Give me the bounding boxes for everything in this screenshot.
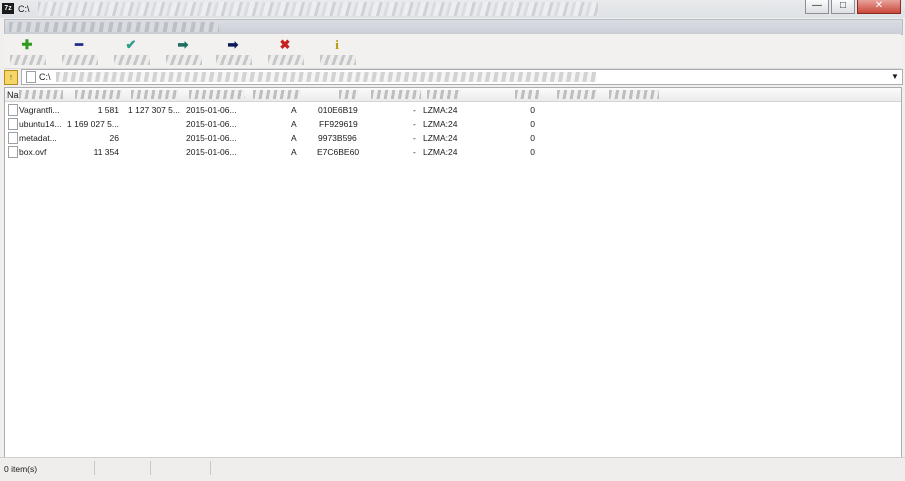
test-button[interactable]: ✔ xyxy=(110,36,150,66)
blurred-label xyxy=(10,55,46,65)
table-row[interactable]: box.ovf 11 354 2015-01-06... A E7C6BE60 … xyxy=(5,145,901,159)
blurred-path xyxy=(56,72,596,82)
status-divider xyxy=(210,461,211,475)
method: LZMA:24 xyxy=(423,105,458,115)
blurred-header xyxy=(75,90,123,99)
minus-icon: ━ xyxy=(75,37,83,52)
encrypted: - xyxy=(413,147,416,157)
chevron-down-icon[interactable]: ▼ xyxy=(890,71,900,83)
arrow-right-icon: ➡ xyxy=(177,37,189,52)
close-button[interactable]: ✕ xyxy=(857,0,901,14)
status-text: 0 item(s) xyxy=(4,464,38,474)
toolbar: ✚ ━ ✔ ➡ ➡ ✖ i xyxy=(4,34,901,69)
attributes: A xyxy=(291,133,297,143)
path-input[interactable]: C:\ ▼ xyxy=(21,69,903,85)
blurred-header xyxy=(19,90,63,99)
blurred-header xyxy=(131,90,179,99)
attributes: A xyxy=(291,147,297,157)
packed-size: 1 127 307 5... xyxy=(128,105,180,115)
file-name: metadat... xyxy=(19,133,57,143)
copy-button[interactable]: ➡ xyxy=(162,36,202,66)
file-icon xyxy=(8,118,18,130)
blurred-header xyxy=(339,90,359,99)
extract-button[interactable]: ━ xyxy=(58,36,98,66)
encrypted: - xyxy=(413,119,416,129)
blurred-header xyxy=(371,90,421,99)
file-size: 1 169 027 5... xyxy=(67,119,119,129)
column-header[interactable]: Na xyxy=(5,88,901,102)
file-size: 26 xyxy=(109,133,119,143)
table-row[interactable]: metadat... 26 2015-01-06... A 9973B596 -… xyxy=(5,131,901,145)
table-row[interactable]: Vagrantfi... 1 581 1 127 307 5... 2015-0… xyxy=(5,103,901,117)
attributes: A xyxy=(291,119,297,129)
blurred-label xyxy=(166,55,202,65)
file-icon xyxy=(8,146,18,158)
maximize-button[interactable]: □ xyxy=(831,0,855,14)
blurred-menu-items xyxy=(9,22,219,32)
file-icon xyxy=(8,132,18,144)
app-icon: 7z xyxy=(2,3,14,14)
crc: 010E6B19 xyxy=(318,105,358,115)
window-title: C:\ xyxy=(18,4,30,14)
crc: E7C6BE60 xyxy=(317,147,360,157)
block: 0 xyxy=(530,133,535,143)
encrypted: - xyxy=(413,105,416,115)
check-chevron-icon: ✔ xyxy=(125,37,137,52)
move-button[interactable]: ➡ xyxy=(212,36,252,66)
blurred-header xyxy=(557,90,597,99)
block: 0 xyxy=(530,105,535,115)
minimize-button[interactable]: — xyxy=(805,0,829,14)
blurred-title-area xyxy=(38,2,598,16)
blurred-label xyxy=(320,55,356,65)
address-bar: ↑ C:\ ▼ xyxy=(4,69,903,85)
file-size: 11 354 xyxy=(93,147,119,157)
path-text: C:\ xyxy=(39,72,51,82)
x-icon: ✖ xyxy=(279,37,291,52)
crc: 9973B596 xyxy=(318,133,357,143)
file-size: 1 581 xyxy=(97,105,119,115)
block: 0 xyxy=(530,119,535,129)
file-icon xyxy=(8,104,18,116)
method: LZMA:24 xyxy=(423,119,458,129)
up-folder-icon[interactable]: ↑ xyxy=(4,70,18,85)
file-name: Vagrantfi... xyxy=(19,105,60,115)
table-row[interactable]: ubuntu14... 1 169 027 5... 2015-01-06...… xyxy=(5,117,901,131)
file-name: box.ovf xyxy=(19,147,47,157)
modified-date: 2015-01-06... xyxy=(186,133,237,143)
status-divider xyxy=(94,461,95,475)
document-icon xyxy=(26,71,36,83)
delete-button[interactable]: ✖ xyxy=(264,36,304,66)
block: 0 xyxy=(530,147,535,157)
title-bar[interactable]: 7z C:\ — □ ✕ xyxy=(0,0,905,18)
file-list[interactable]: Na Vagrantfi... 1 581 1 127 307 5... 201… xyxy=(4,87,902,458)
blurred-header xyxy=(189,90,245,99)
blurred-header xyxy=(515,90,539,99)
modified-date: 2015-01-06... xyxy=(186,147,237,157)
modified-date: 2015-01-06... xyxy=(186,105,237,115)
info-button[interactable]: i xyxy=(316,36,356,66)
plus-icon: ✚ xyxy=(21,37,33,52)
attributes: A xyxy=(291,105,297,115)
method: LZMA:24 xyxy=(423,147,458,157)
column-name-header[interactable]: Na xyxy=(7,90,19,100)
menu-bar[interactable] xyxy=(4,19,903,35)
info-icon: i xyxy=(335,37,339,52)
blurred-header xyxy=(427,90,461,99)
status-bar: 0 item(s) xyxy=(0,457,905,481)
blurred-label xyxy=(62,55,98,65)
add-button[interactable]: ✚ xyxy=(6,36,46,66)
blurred-label xyxy=(268,55,304,65)
blurred-label xyxy=(114,55,150,65)
blurred-header xyxy=(609,90,659,99)
modified-date: 2015-01-06... xyxy=(186,119,237,129)
blurred-label xyxy=(216,55,252,65)
encrypted: - xyxy=(413,133,416,143)
method: LZMA:24 xyxy=(423,133,458,143)
crc: FF929619 xyxy=(319,119,358,129)
file-name: ubuntu14... xyxy=(19,119,62,129)
arrow-right-dark-icon: ➡ xyxy=(227,37,239,52)
blurred-header xyxy=(253,90,301,99)
status-divider xyxy=(150,461,151,475)
